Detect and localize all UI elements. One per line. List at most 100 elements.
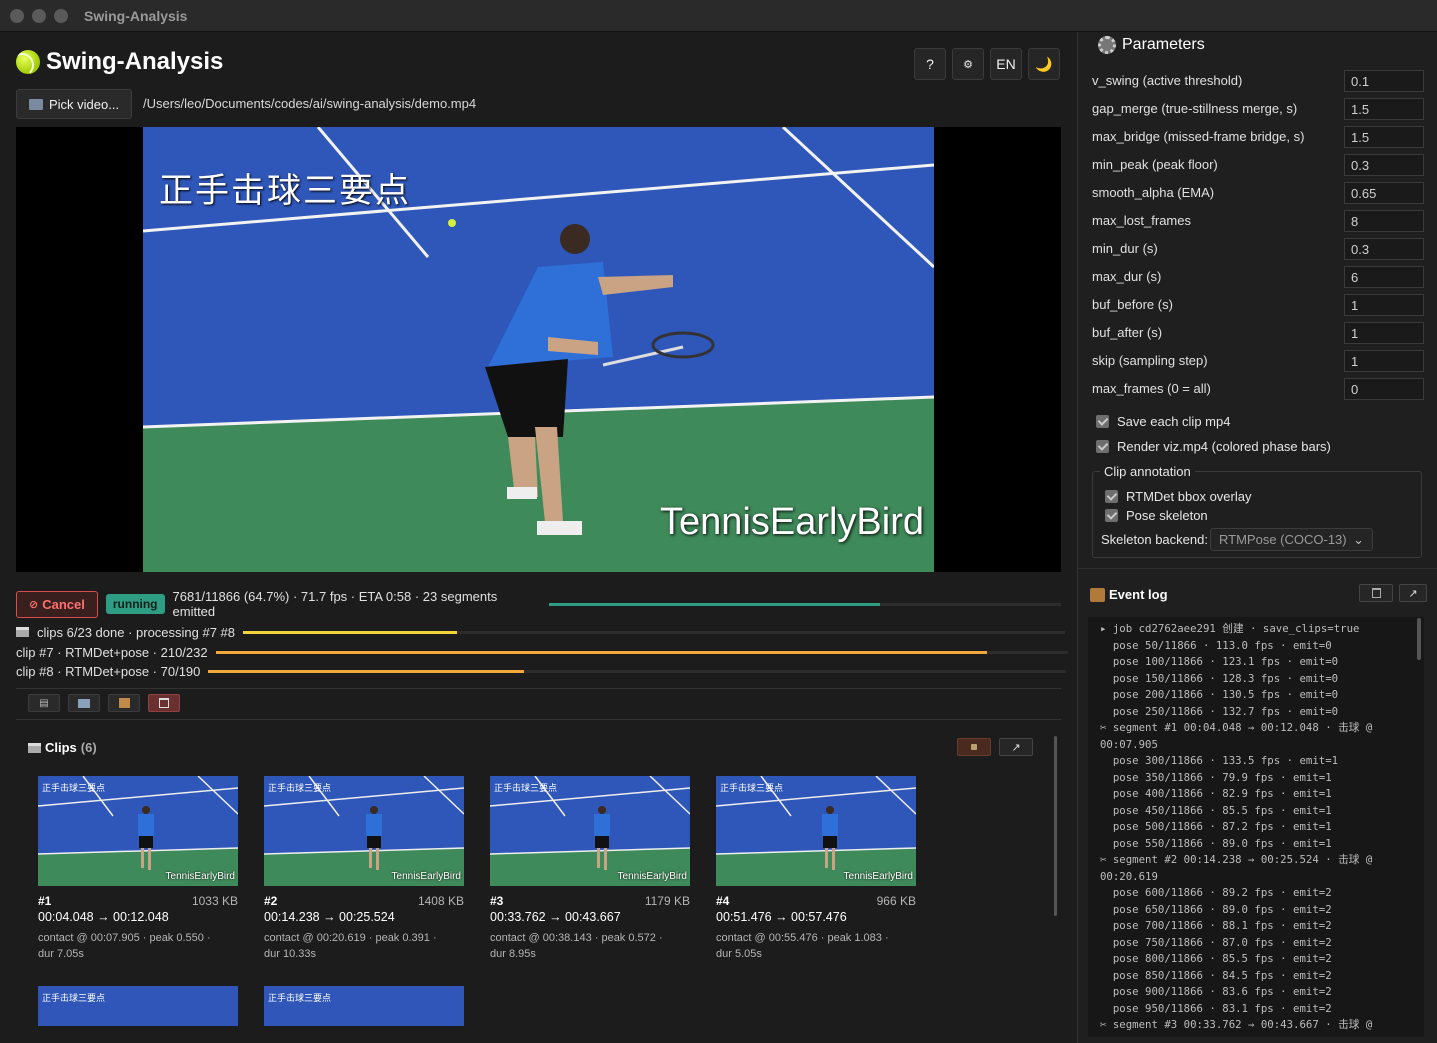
save-clip-label: Save each clip mp4	[1117, 414, 1231, 429]
clip-card[interactable]: 正手击球三要点 TennisEarlyBird #1 1033 KB 00:04.048…	[38, 776, 238, 962]
log-line: pose 950/11866 · 83.1 fps · emit=2	[1100, 1001, 1332, 1015]
clear-log-button[interactable]	[1359, 584, 1393, 602]
app-header: Swing-Analysis	[16, 48, 223, 76]
status-text: 7681/11866 (64.7%) · 71.7 fps · ETA 0:58…	[172, 589, 498, 619]
clapper-icon: ▤	[39, 697, 49, 709]
save-clip-checkbox[interactable]: Save each clip mp4	[1096, 414, 1230, 429]
checkbox-checked[interactable]	[1105, 509, 1118, 522]
log-line: pose 650/11866 · 89.0 fps · emit=2	[1100, 902, 1332, 916]
render-viz-label: Render viz.mp4 (colored phase bars)	[1117, 439, 1331, 454]
event-log-scrollbar[interactable]	[1417, 618, 1421, 660]
status-badge: running	[105, 594, 165, 614]
clips-count: (6)	[80, 740, 97, 755]
log-line: pose 750/11866 · 87.0 fps · emit=2	[1100, 935, 1332, 949]
log-line: pose 600/11866 · 89.2 fps · emit=2	[1100, 886, 1332, 899]
parameters-title: Parameters	[1122, 36, 1205, 53]
checkbox-checked[interactable]	[1105, 490, 1118, 503]
pick-video-button[interactable]: Pick video...	[16, 89, 133, 119]
log-line: pose 900/11866 · 83.6 fps · emit=2	[1100, 985, 1332, 998]
clapper-icon	[16, 627, 29, 637]
log-line: 00:20.619	[1100, 869, 1158, 883]
window-title: Swing-Analysis	[84, 8, 188, 24]
settings-button[interactable]: ⚙	[952, 48, 984, 80]
thumbnail-overlay-text: 正手击球三要点	[268, 784, 332, 794]
delete-button[interactable]	[148, 694, 180, 712]
expand-clips-button[interactable]: ↗	[999, 738, 1033, 756]
minimize-window-button[interactable]	[32, 9, 46, 23]
clips-folder-button[interactable]: ▤	[28, 694, 60, 712]
log-line: pose 400/11866 · 82.9 fps · emit=1	[1100, 787, 1332, 800]
clip-thumbnail: 正手击球三要点 TennisEarlyBird	[716, 776, 916, 886]
clip-number: #3	[490, 894, 504, 908]
clip-duration: dur 8.95s	[490, 948, 536, 960]
param-input[interactable]	[1344, 126, 1424, 148]
log-line: pose 700/11866 · 88.1 fps · emit=2	[1100, 919, 1332, 932]
video-player[interactable]: 正手击球三要点 TennisEarlyBird	[16, 127, 1061, 572]
video-watermark: TennisEarlyBird	[660, 501, 924, 543]
divider	[16, 688, 1061, 689]
scroll-icon	[1090, 587, 1105, 602]
param-input[interactable]	[1344, 322, 1424, 344]
param-input[interactable]	[1344, 266, 1424, 288]
cancel-button[interactable]: ⊘ Cancel	[16, 590, 98, 618]
log-line: ✂ segment #2 00:14.238 → 00:25.524 · 击球 …	[1100, 853, 1373, 866]
clip-thumbnail: 正手击球三要点 TennisEarlyBird	[38, 776, 238, 886]
clip-card-partial[interactable]: 正手击球三要点	[264, 986, 464, 1026]
pick-video-label: Pick video...	[49, 96, 120, 112]
param-input[interactable]	[1344, 182, 1424, 204]
pose-skeleton-checkbox[interactable]: Pose skeleton	[1105, 508, 1208, 523]
export-package-button[interactable]	[108, 694, 140, 712]
clip-thumbnail: 正手击球三要点 TennisEarlyBird	[490, 776, 690, 886]
clip-duration: dur 10.33s	[264, 948, 316, 960]
clip-card[interactable]: 正手击球三要点 TennisEarlyBird #4 966 KB 00:51.476 …	[716, 776, 916, 962]
zoom-window-button[interactable]	[54, 9, 68, 23]
close-window-button[interactable]	[10, 9, 24, 23]
checkbox-checked[interactable]	[1096, 440, 1109, 453]
clips-scrollbar[interactable]	[1054, 736, 1057, 916]
clip-card[interactable]: 正手击球三要点 TennisEarlyBird #3 1179 KB 00:33.762…	[490, 776, 690, 962]
pose-skeleton-label: Pose skeleton	[1126, 508, 1208, 523]
clip-detail: contact @ 00:07.905 · peak 0.550 · dur 7.…	[38, 930, 238, 962]
clip-card-partial[interactable]: 正手击球三要点	[38, 986, 238, 1026]
side-panel: Parameters v_swing (active threshold) gap…	[1077, 32, 1437, 1043]
help-button[interactable]: ?	[914, 48, 946, 80]
video-frame: 正手击球三要点 TennisEarlyBird	[143, 127, 934, 572]
clip-duration: dur 7.05s	[38, 948, 84, 960]
param-input[interactable]	[1344, 70, 1424, 92]
clip-thumbnail: 正手击球三要点 TennisEarlyBird	[264, 776, 464, 886]
param-label: max_lost_frames	[1092, 213, 1191, 228]
video-path: /Users/leo/Documents/codes/ai/swing-anal…	[143, 96, 477, 111]
clip-card[interactable]: 正手击球三要点 TennisEarlyBird #2 1408 KB 00:14.238…	[264, 776, 464, 962]
param-input[interactable]	[1344, 350, 1424, 372]
skeleton-backend-label: Skeleton backend:	[1101, 532, 1208, 547]
log-line: 00:07.905	[1100, 737, 1158, 751]
clip-annotation-legend: Clip annotation	[1100, 464, 1195, 479]
param-input[interactable]	[1344, 294, 1424, 316]
render-viz-checkbox[interactable]: Render viz.mp4 (colored phase bars)	[1096, 439, 1331, 454]
param-input[interactable]	[1344, 154, 1424, 176]
param-label: smooth_alpha (EMA)	[1092, 185, 1215, 200]
param-input[interactable]	[1344, 98, 1424, 120]
thumbnail-watermark: TennisEarlyBird	[165, 871, 235, 882]
bbox-overlay-checkbox[interactable]: RTMDet bbox overlay	[1105, 489, 1251, 504]
param-input[interactable]	[1344, 378, 1424, 400]
log-line: ✂ segment #3 00:33.762 → 00:43.667 · 击球 …	[1100, 1018, 1373, 1031]
clip-size: 966 KB	[876, 894, 916, 908]
event-log[interactable]: ▸ job cd2762aee291 创建 · save_clips=true …	[1088, 617, 1424, 1037]
log-line: pose 50/11866 · 113.0 fps · emit=0	[1100, 638, 1332, 652]
expand-arrow-icon: ↗	[1011, 741, 1021, 754]
param-input[interactable]	[1344, 238, 1424, 260]
open-folder-button[interactable]	[68, 694, 100, 712]
language-button[interactable]: EN	[990, 48, 1022, 80]
thumbnail-overlay-text: 正手击球三要点	[494, 784, 558, 794]
thumbnail-watermark: TennisEarlyBird	[843, 871, 913, 882]
param-input[interactable]	[1344, 210, 1424, 232]
expand-log-button[interactable]: ↗	[1399, 584, 1427, 602]
checkbox-checked[interactable]	[1096, 415, 1109, 428]
param-label: gap_merge (true-stillness merge, s)	[1092, 101, 1298, 116]
theme-toggle-button[interactable]: 🌙	[1028, 48, 1060, 80]
clips-title: Clips	[45, 740, 77, 755]
clear-clips-button[interactable]	[957, 738, 991, 756]
sub-progress-bar-2	[208, 669, 1067, 673]
skeleton-backend-select[interactable]: RTMPose (COCO-13) ⌄	[1210, 528, 1373, 551]
